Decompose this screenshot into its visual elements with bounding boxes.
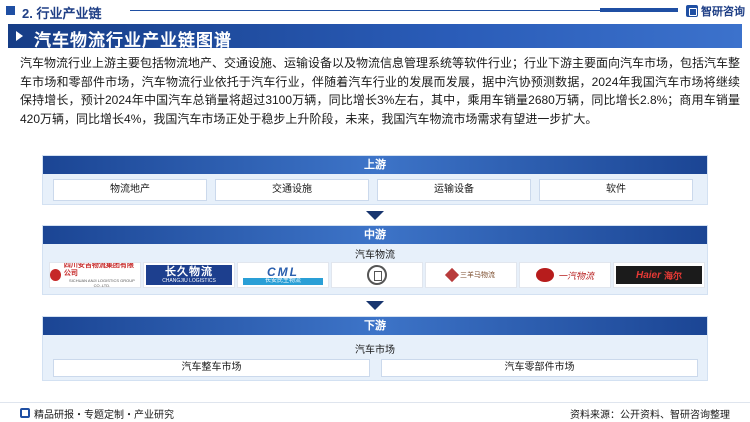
downstream-item: 汽车整车市场	[53, 359, 370, 377]
upstream-section: 上游 物流地产 交通设施 运输设备 软件	[42, 155, 708, 205]
company-logo-faw: 一汽物流	[519, 262, 611, 288]
brand[interactable]: 智研咨询	[686, 3, 745, 19]
company-logo-anji: 四川安吉物流集团有限公司 SICHUAN ANJI LOGISTICS GROU…	[49, 262, 141, 288]
midstream-header: 中游	[43, 226, 707, 244]
flow-arrow-down-icon	[366, 211, 384, 220]
flow-arrow-down-icon	[366, 301, 384, 310]
sanyangma-logo-icon	[444, 267, 460, 283]
footer-source: 资料来源：公开资料、智研咨询整理	[570, 410, 730, 421]
company-logo-cml: CML 长安民生物流	[237, 262, 329, 288]
logo-text: 四川安吉物流集团有限公司	[63, 262, 134, 277]
logo-text: 长久物流	[165, 265, 213, 278]
footer: 精品研报・专题定制・产业研究 资料来源：公开资料、智研咨询整理	[0, 402, 750, 422]
company-logo-changjiu: 长久物流 CHANGJIU LOGISTICS	[143, 262, 235, 288]
header-divider	[130, 10, 675, 11]
section-marker-icon	[6, 6, 15, 15]
top-header: 2. 行业产业链 智研咨询	[0, 0, 750, 22]
upstream-item: 交通设施	[215, 179, 369, 201]
header-divider-accent	[600, 8, 678, 12]
page-title-bar: 汽车物流行业产业链图谱	[8, 24, 742, 50]
report-icon	[20, 408, 30, 418]
midstream-section: 中游 汽车物流 四川安吉物流集团有限公司 SICHUAN ANJI LOGIST…	[42, 225, 708, 295]
round-logo-icon	[367, 265, 387, 285]
company-logo-haier: Haier 海尔	[613, 262, 705, 288]
company-logo-round	[331, 262, 423, 288]
description-paragraph: 汽车物流行业上游主要包括物流地产、交通设施、运输设备以及物流信息管理系统等软件行…	[20, 56, 741, 126]
upstream-item: 运输设备	[377, 179, 531, 201]
logo-subtext: CHANGJIU LOGISTICS	[162, 277, 216, 284]
faw-logo-icon	[535, 268, 554, 282]
brand-logo-icon	[686, 5, 698, 17]
logo-text: Haier	[635, 269, 661, 281]
logo-subtext: 长安民生物流	[243, 277, 323, 285]
logo-text: 一汽物流	[557, 270, 594, 281]
midstream-sub-label: 汽车物流	[355, 250, 395, 261]
upstream-header: 上游	[43, 156, 707, 174]
company-logo-sanyangma: 三羊马物流	[425, 262, 517, 288]
downstream-header: 下游	[43, 317, 707, 335]
downstream-section: 下游 汽车市场 汽车整车市场 汽车零部件市场	[42, 316, 708, 381]
logo-text: CML	[267, 264, 299, 279]
logo-text: 三羊马物流	[460, 272, 495, 279]
section-title: 2. 行业产业链	[22, 6, 102, 21]
downstream-item: 汽车零部件市场	[381, 359, 698, 377]
anji-logo-icon	[50, 269, 61, 281]
chevron-right-icon	[16, 31, 23, 41]
brand-name: 智研咨询	[701, 6, 745, 18]
logo-subtext: 海尔	[664, 270, 683, 281]
upstream-item: 物流地产	[53, 179, 207, 201]
logo-subtext: SICHUAN ANJI LOGISTICS GROUP CO.,LTD.	[69, 278, 135, 288]
upstream-item: 软件	[539, 179, 693, 201]
page-title: 汽车物流行业产业链图谱	[34, 31, 232, 50]
downstream-sub-label: 汽车市场	[355, 345, 395, 356]
footer-tagline: 精品研报・专题定制・产业研究	[34, 410, 174, 421]
